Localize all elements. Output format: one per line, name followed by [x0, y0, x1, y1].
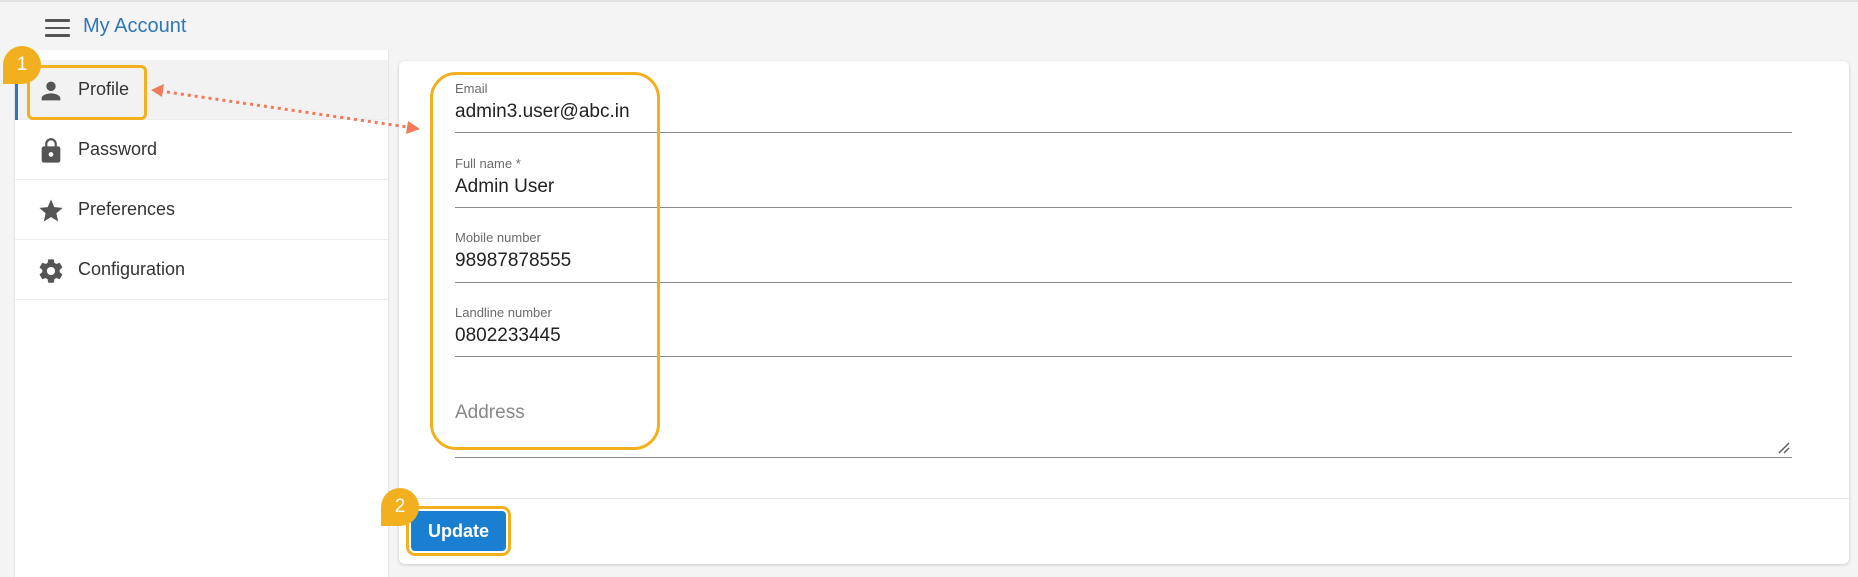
- email-field[interactable]: Email: [455, 81, 1792, 133]
- sidebar: Profile Password Preferences Configurati…: [14, 50, 389, 577]
- star-icon: [39, 199, 63, 222]
- landline-number-input[interactable]: [455, 325, 1755, 347]
- mobile-number-input[interactable]: [455, 250, 1755, 272]
- full-name-input[interactable]: [455, 176, 1755, 198]
- resize-handle-icon[interactable]: [1778, 442, 1790, 454]
- mobile-number-label: Mobile number: [455, 230, 541, 245]
- address-field[interactable]: Address: [455, 402, 1792, 458]
- sidebar-item-password[interactable]: Password: [15, 120, 388, 180]
- mobile-number-field[interactable]: Mobile number: [455, 230, 1792, 283]
- lock-icon: [41, 138, 61, 163]
- sidebar-item-label: Configuration: [78, 259, 186, 279]
- sidebar-item-label: Preferences: [78, 199, 176, 219]
- sidebar-item-preferences[interactable]: Preferences: [15, 180, 388, 240]
- full-name-label: Full name *: [455, 156, 521, 171]
- hamburger-menu-icon[interactable]: [45, 18, 70, 38]
- landline-number-label: Landline number: [455, 305, 552, 320]
- top-bar: My Account: [0, 0, 1858, 50]
- email-label: Email: [455, 81, 488, 96]
- card-footer-divider: [399, 498, 1849, 499]
- full-name-field[interactable]: Full name *: [455, 156, 1792, 208]
- profile-form-card: Email Full name * Mobile number Landline…: [399, 61, 1849, 564]
- sidebar-item-label: Password: [78, 139, 158, 159]
- step-1-badge: 1: [3, 46, 41, 84]
- gear-icon: [39, 259, 63, 283]
- person-icon: [41, 81, 61, 101]
- sidebar-item-profile[interactable]: Profile: [15, 60, 388, 120]
- address-placeholder: Address: [455, 402, 525, 423]
- step-2-badge: 2: [381, 488, 419, 526]
- sidebar-item-label: Profile: [78, 79, 130, 99]
- email-input[interactable]: [455, 101, 1755, 123]
- sidebar-item-configuration[interactable]: Configuration: [15, 240, 388, 300]
- update-button[interactable]: Update: [406, 506, 511, 556]
- landline-number-field[interactable]: Landline number: [455, 305, 1792, 357]
- page-title: My Account: [83, 15, 187, 37]
